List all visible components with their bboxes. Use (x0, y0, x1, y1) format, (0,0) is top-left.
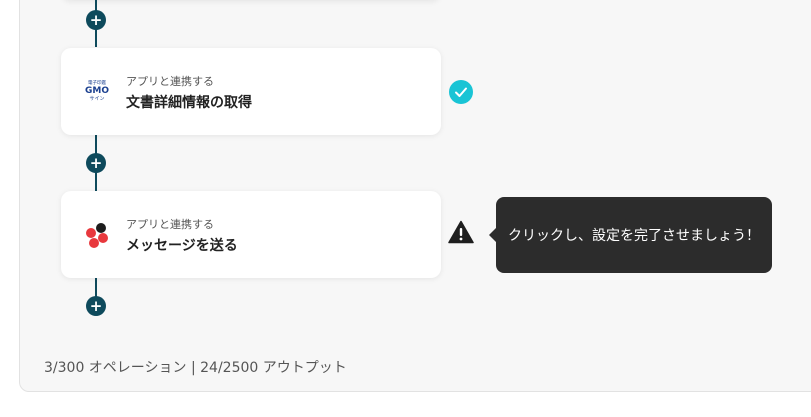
step-title: 文書詳細情報の取得 (126, 95, 252, 111)
gmo-sign-logo-icon: 電子印鑑 GMO サイン (81, 76, 113, 108)
tooltip-text: クリックし、設定を完了させましょう！ (508, 228, 760, 244)
step-card-get-document-details[interactable]: 電子印鑑 GMO サイン アプリと連携する 文書詳細情報の取得 (61, 48, 441, 135)
step-title: メッセージを送る (126, 238, 238, 254)
gmo-sign-logo-product: サイン (89, 96, 104, 102)
step-subtitle: アプリと連携する (126, 75, 214, 88)
warning-icon (448, 220, 474, 244)
add-step-button[interactable]: + (86, 10, 106, 30)
gmo-sign-logo-tagline: 電子印鑑 (88, 79, 106, 86)
check-icon (449, 80, 473, 104)
add-step-button[interactable]: + (86, 153, 106, 173)
setup-tooltip: クリックし、設定を完了させましょう！ (489, 197, 772, 273)
step-subtitle: アプリと連携する (126, 218, 214, 231)
chatwork-logo-icon (81, 219, 113, 251)
gmo-sign-logo-brand: GMO (85, 86, 109, 96)
step-card-send-message[interactable]: アプリと連携する メッセージを送る (61, 191, 441, 278)
add-step-button[interactable]: + (86, 296, 106, 316)
usage-counter: 3/300 オペレーション | 24/2500 アウトプット (44, 360, 347, 376)
